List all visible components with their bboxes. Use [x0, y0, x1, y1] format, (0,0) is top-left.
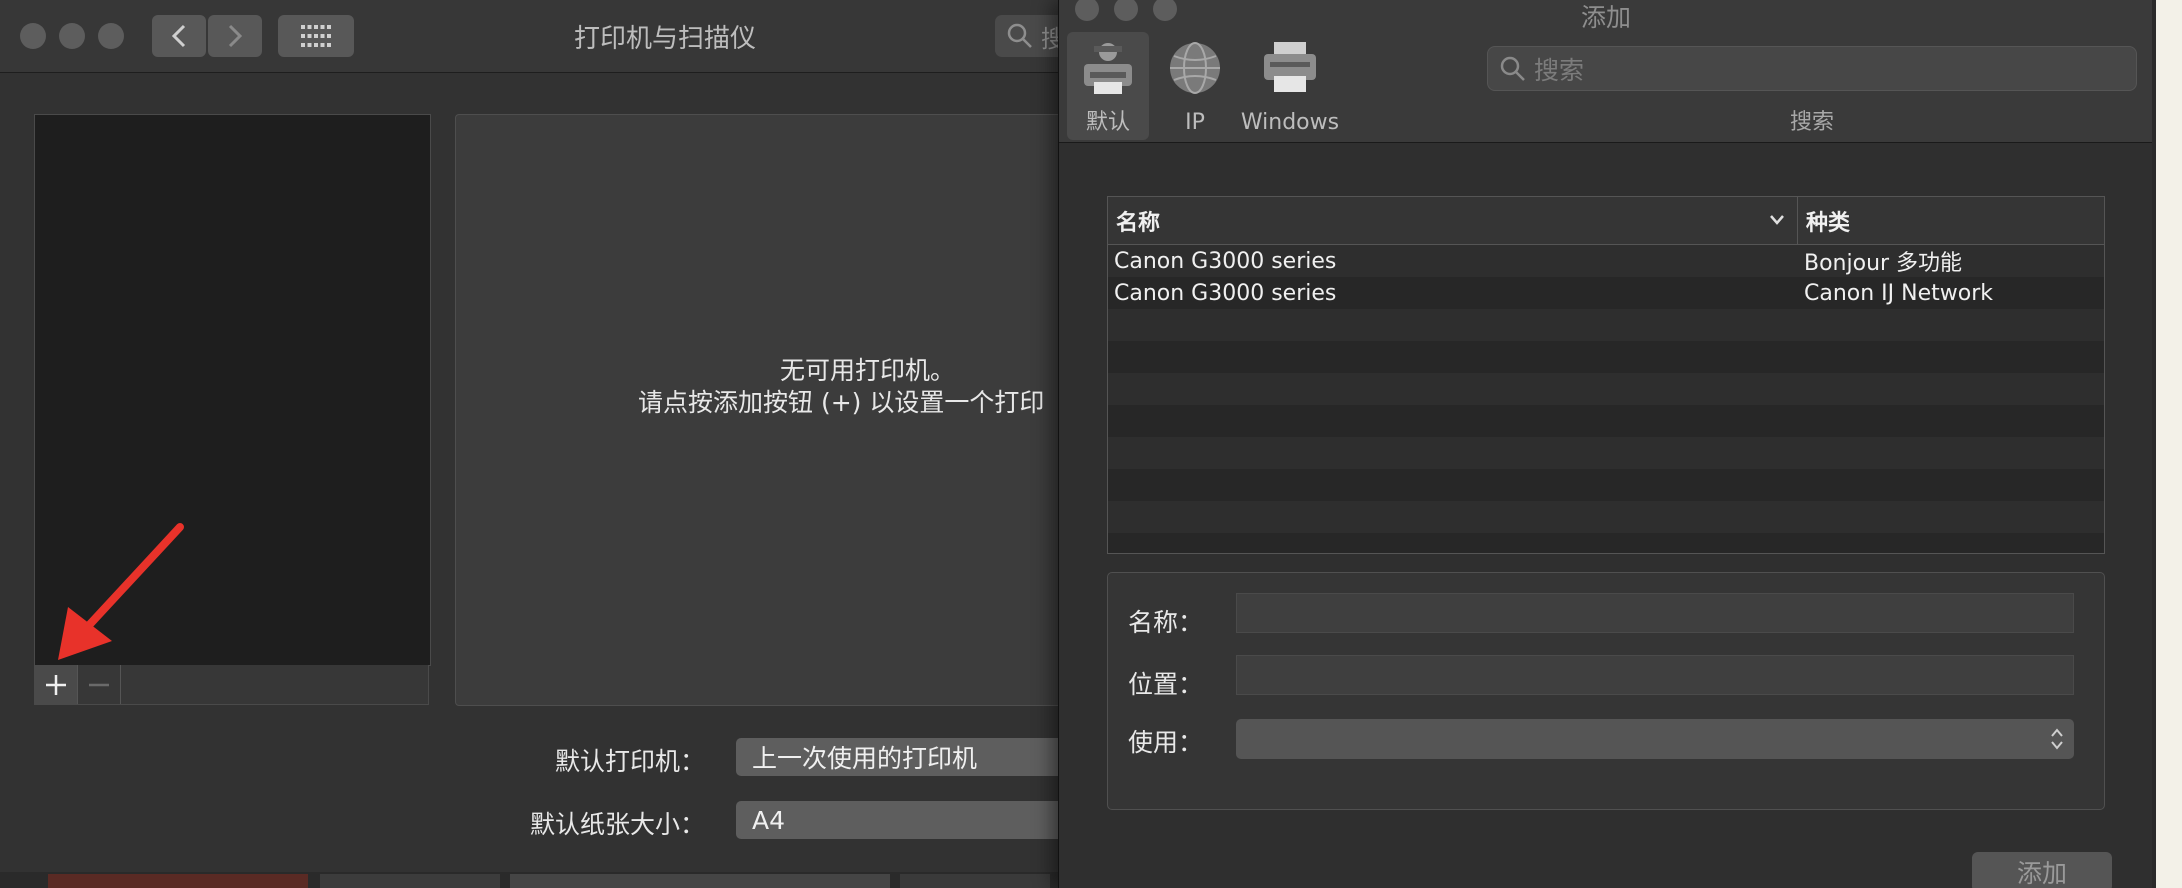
empty-row: [1108, 341, 2104, 373]
add-window-toolbar: 添加 默认 IP Windows 搜索 搜索: [1059, 0, 2153, 143]
desktop-background: [2152, 0, 2182, 888]
add-printer-hint: 请点按添加按钮 (+) 以设置一个打印: [638, 388, 1045, 417]
add-search-placeholder: 搜索: [1534, 55, 1585, 85]
toolbar-windows[interactable]: Windows: [1235, 38, 1345, 135]
row-name: Canon G3000 series: [1114, 280, 1337, 306]
empty-row: [1108, 469, 2104, 501]
add-search-field[interactable]: 搜索: [1487, 46, 2137, 91]
search-toolbar-label: 搜索: [1789, 110, 1834, 135]
title-bar: 打印机与扫描仪 搜: [0, 0, 1065, 73]
minimize-window-button[interactable]: [59, 23, 85, 49]
column-header-kind-label: 种类: [1806, 210, 1851, 236]
name-field[interactable]: [1236, 593, 2074, 633]
zoom-window-button[interactable]: [98, 23, 124, 49]
grid-icon: [301, 25, 331, 47]
empty-row: [1108, 437, 2104, 469]
default-printer-popup[interactable]: 上一次使用的打印机: [736, 738, 1065, 776]
plus-icon: [46, 674, 66, 695]
toolbar-default-label: 默认: [1085, 110, 1130, 135]
default-paper-popup[interactable]: A4: [736, 801, 1065, 839]
row-name: Canon G3000 series: [1114, 248, 1337, 274]
ip-globe-icon: [1170, 42, 1220, 94]
toolbar-ip[interactable]: IP: [1163, 38, 1227, 135]
toolbar-ip-label: IP: [1185, 110, 1205, 135]
printer-detail-panel: 无可用打印机。 请点按添加按钮 (+) 以设置一个打印: [455, 114, 1065, 706]
add-printer-window: 添加 默认 IP Windows 搜索 搜索 名称 种类 Canon G3000…: [1058, 0, 2153, 888]
table-row[interactable]: Canon G3000 series Bonjour 多功能: [1108, 245, 2104, 277]
empty-row: [1108, 373, 2104, 405]
empty-row: [1108, 533, 2104, 553]
chevron-right-icon: [228, 24, 243, 48]
column-header-name-label: 名称: [1116, 210, 1161, 236]
chevron-left-icon: [171, 24, 186, 48]
empty-row: [1108, 309, 2104, 341]
column-header-name[interactable]: 名称: [1108, 197, 1798, 245]
row-kind: Canon IJ Network: [1804, 280, 1994, 306]
background-thumbnails: [0, 872, 1065, 888]
location-field[interactable]: [1236, 655, 2074, 695]
close-window-button[interactable]: [20, 23, 46, 49]
printers-scanners-window: 打印机与扫描仪 搜 无可用打印机。 请点按添加按钮 (+) 以设置一个打印 默认…: [0, 0, 1066, 872]
up-down-chevron-icon: [2051, 728, 2063, 750]
printer-info-box: 名称： 位置： 使用：: [1107, 572, 2105, 810]
found-printers-table[interactable]: 名称 种类 Canon G3000 series Bonjour 多功能 Can…: [1107, 196, 2105, 554]
search-icon: [1500, 56, 1525, 81]
default-printer-label: 默认打印机：: [554, 747, 705, 776]
name-label: 名称：: [1128, 608, 1204, 637]
search-icon: [1007, 23, 1032, 48]
empty-row: [1108, 405, 2104, 437]
empty-row: [1108, 501, 2104, 533]
forward-button[interactable]: [208, 15, 262, 57]
default-paper-label: 默认纸张大小：: [529, 810, 705, 839]
show-all-button[interactable]: [278, 15, 354, 57]
row-kind: Bonjour 多功能: [1804, 251, 1963, 276]
windows-printer-icon: [1264, 42, 1316, 92]
use-label: 使用：: [1128, 728, 1204, 757]
search-field[interactable]: 搜: [995, 15, 1065, 57]
chevron-down-icon: [1770, 215, 1784, 225]
annotation-arrow-icon: [58, 523, 184, 660]
add-confirm-button[interactable]: 添加: [1972, 852, 2112, 888]
table-row[interactable]: Canon G3000 series Canon IJ Network: [1108, 277, 2104, 309]
add-window-title: 添加: [1580, 3, 1631, 32]
window-title: 打印机与扫描仪: [573, 24, 756, 54]
toolbar-default[interactable]: 默认: [1067, 32, 1149, 140]
column-header-kind[interactable]: 种类: [1798, 197, 2104, 245]
toolbar-windows-label: Windows: [1240, 110, 1340, 135]
no-printer-message: 无可用打印机。: [780, 356, 956, 385]
minus-icon: [89, 683, 109, 686]
use-driver-popup[interactable]: [1236, 719, 2074, 759]
location-label: 位置：: [1128, 670, 1204, 699]
back-button[interactable]: [152, 15, 206, 57]
default-printer-icon: [1084, 43, 1132, 94]
